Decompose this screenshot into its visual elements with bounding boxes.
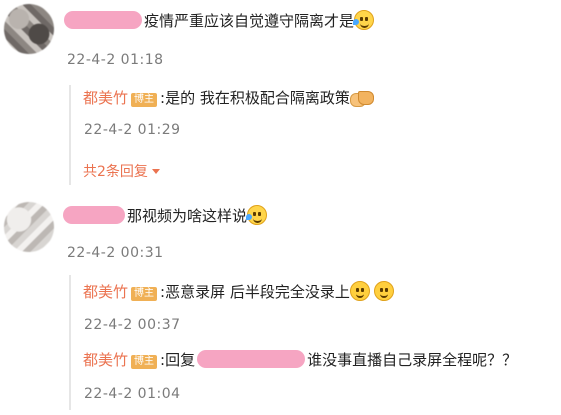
reply-item: 都美竹博主:回复 谁没事直播自己录屏全程呢？？ xyxy=(83,350,517,370)
reply-item: 都美竹博主:是的 我在积极配合隔离政策 xyxy=(83,88,372,108)
reply-prefix: :回复 xyxy=(160,351,195,369)
comment-timestamp: 22-4-2 00:31 xyxy=(67,245,164,261)
redacted-username xyxy=(63,206,125,224)
blogger-badge: 博主 xyxy=(131,355,157,369)
reply-divider xyxy=(69,275,71,410)
smile-emoji-icon xyxy=(374,281,394,301)
reply-timestamp: 22-4-2 01:29 xyxy=(84,122,181,138)
comment-text: 疫情严重应该自觉遵守隔离才是 xyxy=(144,10,374,31)
reply-item: 都美竹博主:恶意录屏 后半段完全没录上 xyxy=(83,281,394,302)
blogger-badge: 博主 xyxy=(131,287,157,301)
comment-thread: 那视频为啥这样说 22-4-2 00:31 都美竹博主:恶意录屏 后半段完全没录… xyxy=(0,190,561,415)
avatar[interactable] xyxy=(4,4,54,54)
reply-username[interactable]: 都美竹 xyxy=(83,351,128,369)
redacted-username xyxy=(64,11,142,29)
reply-body: :恶意录屏 后半段完全没录上 xyxy=(160,283,350,301)
comment-thread: 疫情严重应该自觉遵守隔离才是 22-4-2 01:18 都美竹博主:是的 我在积… xyxy=(0,0,561,190)
smile-emoji-icon xyxy=(350,281,370,301)
reply-body: 谁没事直播自己录屏全程呢？？ xyxy=(307,351,517,369)
reply-username[interactable]: 都美竹 xyxy=(83,89,128,107)
handshake-emoji-icon xyxy=(350,89,372,107)
reply-divider xyxy=(69,85,71,185)
reply-timestamp: 22-4-2 00:37 xyxy=(84,317,181,333)
laugh-cry-emoji-icon xyxy=(354,10,374,30)
reply-username[interactable]: 都美竹 xyxy=(83,283,128,301)
chevron-down-icon xyxy=(152,169,160,174)
avatar[interactable] xyxy=(4,202,54,252)
reply-timestamp: 22-4-2 01:04 xyxy=(84,386,181,402)
comment-body: 那视频为啥这样说 xyxy=(127,207,247,225)
redacted-username xyxy=(197,350,305,368)
comment-timestamp: 22-4-2 01:18 xyxy=(67,52,164,68)
reply-body: :是的 我在积极配合隔离政策 xyxy=(160,89,350,107)
comment-body: 疫情严重应该自觉遵守隔离才是 xyxy=(144,12,354,30)
comment-text: 那视频为啥这样说 xyxy=(127,205,267,226)
laugh-cry-emoji-icon xyxy=(247,205,267,225)
view-more-label: 共2条回复 xyxy=(83,164,148,180)
blogger-badge: 博主 xyxy=(131,93,157,107)
view-more-replies-link[interactable]: 共2条回复 xyxy=(83,161,160,181)
